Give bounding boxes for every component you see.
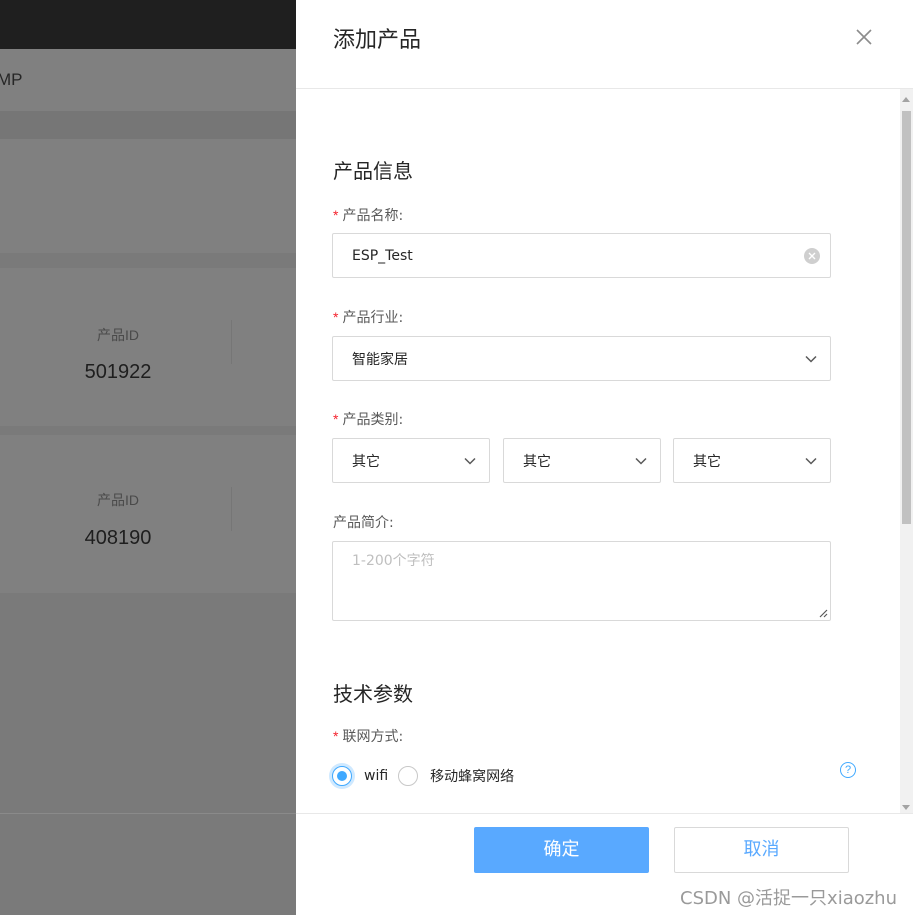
product-description-textarea[interactable]: 1-200个字符	[332, 541, 831, 621]
product-industry-label: * 产品行业:	[333, 309, 404, 326]
background-stripe	[0, 111, 296, 139]
radio-cellular[interactable]	[398, 766, 419, 786]
product-category-select-1[interactable]: 其它	[332, 438, 490, 483]
chevron-down-icon	[464, 457, 476, 465]
scroll-thumb[interactable]	[902, 111, 911, 524]
background-card: 产品ID 501922	[0, 268, 296, 426]
section-title-tech-params: 技术参数	[333, 682, 413, 706]
background-card	[0, 139, 296, 253]
drawer-scrollbar[interactable]	[900, 89, 913, 813]
network-type-label: * 联网方式:	[333, 728, 404, 745]
category-value: 其它	[523, 453, 551, 470]
drawer-title: 添加产品	[333, 28, 422, 53]
product-id-value: 408190	[84, 527, 152, 549]
close-icon	[856, 29, 872, 45]
required-mark: *	[333, 411, 339, 427]
product-category-label: * 产品类别:	[333, 411, 404, 428]
product-description-label: 产品简介:	[333, 515, 394, 531]
background-header-title: MP	[0, 70, 23, 89]
product-id-value: 501922	[84, 361, 152, 383]
clear-icon[interactable]	[804, 247, 820, 264]
background-divider	[0, 813, 296, 814]
description-placeholder: 1-200个字符	[352, 553, 435, 569]
chevron-down-icon	[805, 457, 817, 465]
add-product-drawer: 添加产品 产品信息 * 产品名称: ESP_Test * 产品行业: 智能家居 * 产…	[296, 0, 913, 915]
chevron-down-icon	[635, 457, 647, 465]
scroll-down-arrow-icon[interactable]	[902, 805, 910, 810]
product-name-value: ESP_Test	[352, 247, 413, 264]
product-industry-value: 智能家居	[352, 351, 408, 368]
product-id-label: 产品ID	[97, 327, 139, 343]
network-radio-group: wifi 移动蜂窝网络	[332, 764, 524, 788]
help-icon[interactable]: ?	[840, 762, 856, 778]
drawer-header: 添加产品	[296, 0, 913, 89]
required-mark: *	[333, 309, 339, 325]
required-mark: *	[333, 728, 339, 744]
radio-cellular-label[interactable]: 移动蜂窝网络	[430, 766, 514, 786]
resize-grip-icon[interactable]	[818, 608, 828, 618]
category-value: 其它	[693, 453, 721, 470]
radio-wifi[interactable]	[332, 766, 352, 786]
product-category-select-3[interactable]: 其它	[673, 438, 831, 483]
cancel-button[interactable]: 取消	[674, 827, 849, 873]
background-lower-area	[0, 593, 296, 915]
background-card: 产品ID 408190	[0, 435, 296, 593]
background-header	[0, 49, 296, 111]
product-name-label: * 产品名称:	[333, 207, 404, 224]
category-value: 其它	[352, 453, 380, 470]
watermark: CSDN @活捉一只xiaozhu	[680, 888, 898, 909]
chevron-down-icon	[805, 355, 817, 363]
product-category-select-2[interactable]: 其它	[503, 438, 661, 483]
section-title-product-info: 产品信息	[333, 159, 413, 183]
drawer-body: 产品信息 * 产品名称: ESP_Test * 产品行业: 智能家居 * 产品类别: …	[296, 89, 913, 813]
required-mark: *	[333, 207, 339, 223]
product-name-input[interactable]: ESP_Test	[332, 233, 831, 278]
product-id-label: 产品ID	[97, 492, 139, 508]
product-industry-select[interactable]: 智能家居	[332, 336, 831, 381]
radio-wifi-label[interactable]: wifi	[364, 768, 388, 784]
scroll-up-arrow-icon[interactable]	[902, 97, 910, 102]
background-topbar	[0, 0, 296, 49]
confirm-button[interactable]: 确定	[474, 827, 649, 873]
close-button[interactable]	[852, 25, 876, 49]
